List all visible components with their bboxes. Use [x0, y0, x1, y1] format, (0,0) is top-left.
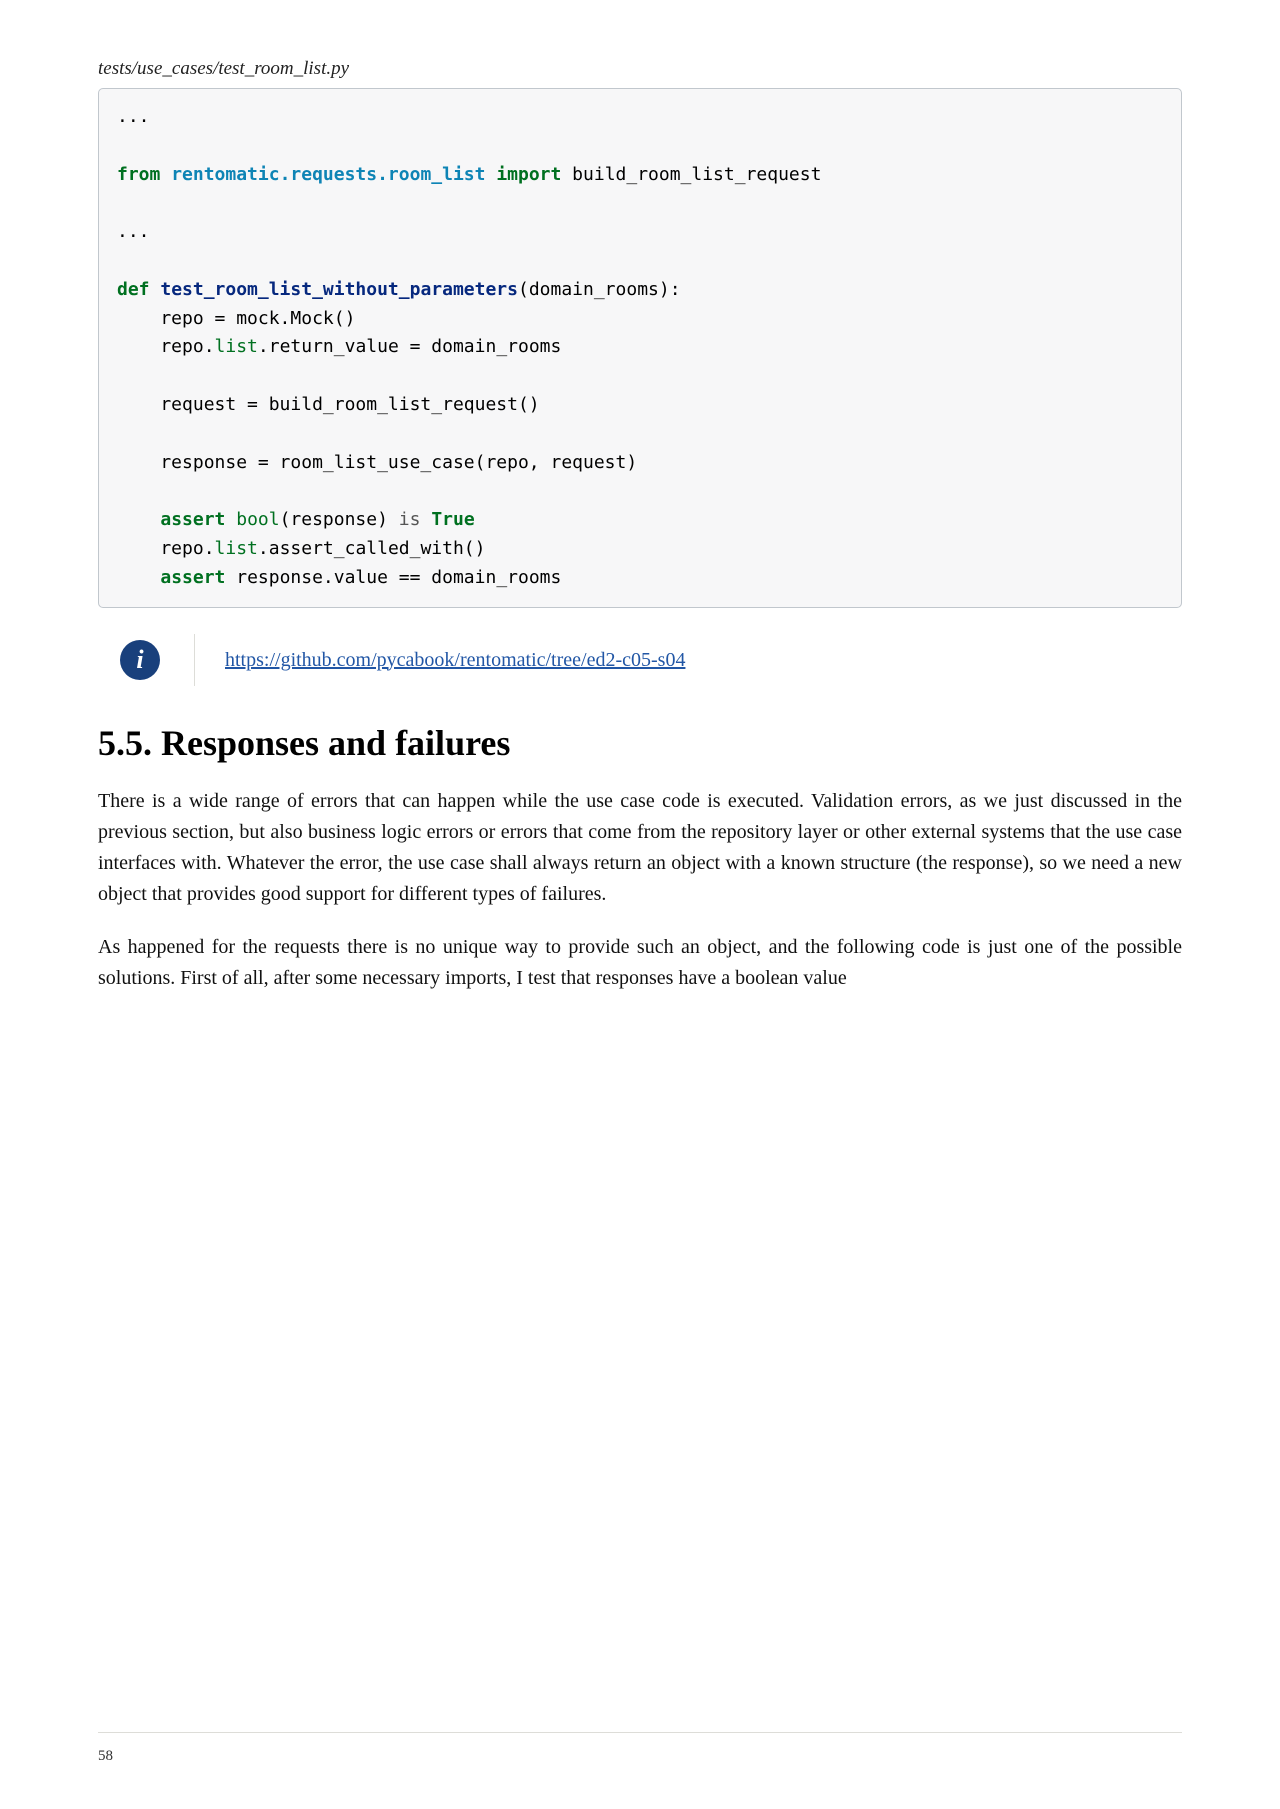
operator-is: is — [399, 509, 421, 530]
code-text: response.value == domain_rooms — [225, 567, 561, 588]
page-number: 58 — [98, 1748, 113, 1764]
code-text — [117, 567, 160, 588]
paragraph: There is a wide range of errors that can… — [98, 786, 1182, 910]
code-line: response = room_list_use_case(repo, requ… — [117, 452, 637, 473]
code-line: ... — [117, 106, 150, 127]
builtin-bool: bool — [225, 509, 279, 530]
github-link[interactable]: https://github.com/pycabook/rentomatic/t… — [225, 649, 685, 671]
code-line: request = build_room_list_request() — [117, 394, 540, 415]
keyword-assert: assert — [160, 509, 225, 530]
keyword-assert: assert — [160, 567, 225, 588]
code-line: repo = mock.Mock() — [117, 308, 355, 329]
keyword-def: def — [117, 279, 150, 300]
admonition-content: https://github.com/pycabook/rentomatic/t… — [194, 634, 685, 686]
keyword-true: True — [420, 509, 474, 530]
code-text: repo. — [117, 336, 215, 357]
code-text — [117, 509, 160, 530]
module-name: rentomatic.requests.room_list — [160, 164, 496, 185]
keyword-from: from — [117, 164, 160, 185]
file-path-caption: tests/use_cases/test_room_list.py — [98, 58, 1182, 80]
builtin: list — [215, 336, 258, 357]
keyword-import: import — [496, 164, 561, 185]
info-admonition: i https://github.com/pycabook/rentomatic… — [120, 634, 1160, 686]
code-line: ... — [117, 221, 150, 242]
code-text: .assert_called_with() — [258, 538, 486, 559]
code-text: repo. — [117, 538, 215, 559]
section-heading: 5.5. Responses and failures — [98, 722, 1182, 764]
page-footer: 58 — [98, 1732, 1182, 1765]
code-block: ... from rentomatic.requests.room_list i… — [98, 88, 1182, 608]
code-text: (response) — [280, 509, 399, 530]
builtin: list — [215, 538, 258, 559]
code-text: .return_value = domain_rooms — [258, 336, 561, 357]
info-icon: i — [120, 640, 160, 680]
code-text: (domain_rooms): — [518, 279, 681, 300]
import-name: build_room_list_request — [561, 164, 821, 185]
function-name: test_room_list_without_parameters — [150, 279, 518, 300]
paragraph: As happened for the requests there is no… — [98, 932, 1182, 994]
